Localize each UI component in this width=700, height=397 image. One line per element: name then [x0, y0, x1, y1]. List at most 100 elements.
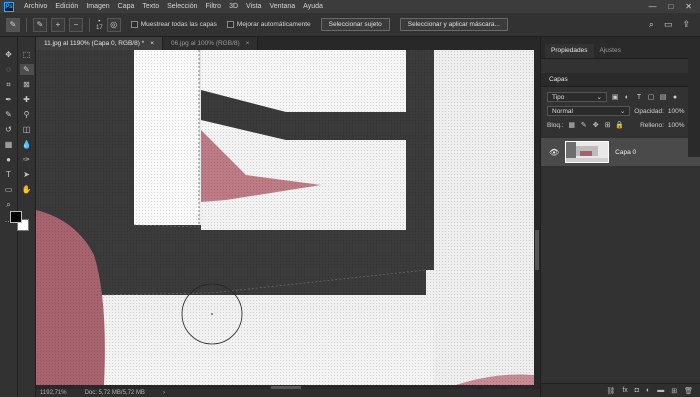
- eyedropper-tool-icon[interactable]: ✒: [2, 94, 16, 105]
- properties-tabs: Propiedades Ajustes: [541, 37, 700, 59]
- type-tool-icon[interactable]: T: [2, 169, 16, 180]
- fill-label: Relleno:: [640, 121, 664, 129]
- doc-tab-active[interactable]: 11.jpg al 1190% (Capa 0, RGB/8) * ×: [36, 37, 164, 50]
- clone-stamp-tool-icon[interactable]: ⚲: [20, 109, 34, 120]
- photoshop-logo[interactable]: Ps: [4, 1, 14, 12]
- opacity-label: Opacidad:: [634, 107, 664, 115]
- eye-icon[interactable]: 👁: [549, 148, 559, 157]
- new-group-icon[interactable]: ▬: [657, 387, 664, 394]
- checkbox-box[interactable]: [130, 21, 138, 28]
- close-tab-icon[interactable]: ×: [246, 37, 250, 50]
- lock-transparency-icon[interactable]: ▦: [568, 121, 576, 129]
- status-menu-icon[interactable]: ›: [163, 390, 165, 396]
- opacity-value[interactable]: 100%: [668, 108, 685, 115]
- window-controls: — □ ✕: [648, 2, 700, 11]
- menu-seleccion[interactable]: Selección: [163, 0, 201, 13]
- brush-size-picker[interactable]: • 17: [96, 19, 103, 31]
- new-layer-icon[interactable]: ⊞: [671, 387, 677, 395]
- delete-layer-icon[interactable]: 🗑: [684, 387, 693, 395]
- add-mask-icon[interactable]: ◘: [635, 387, 639, 394]
- brush-tool-icon[interactable]: ✎: [2, 109, 16, 120]
- tab-adjustments[interactable]: Ajustes: [594, 44, 627, 58]
- new-selection-icon[interactable]: ✎: [33, 17, 47, 32]
- path-selection-tool-icon[interactable]: ➤: [20, 169, 34, 180]
- foreground-color-swatch[interactable]: [10, 211, 22, 223]
- chevron-down-icon: ⌄: [619, 108, 626, 115]
- move-tool-icon[interactable]: ✥: [2, 49, 16, 60]
- history-brush-tool-icon[interactable]: ↺: [2, 124, 16, 135]
- doc-tab[interactable]: 06.jpg al 100% (RGB/8) ×: [163, 37, 259, 50]
- menu-vista[interactable]: Vista: [242, 0, 265, 13]
- document-tabs: 11.jpg al 1190% (Capa 0, RGB/8) * × 06.j…: [36, 37, 540, 50]
- auto-enhance-label: Mejorar automáticamente: [236, 21, 311, 28]
- eraser-tool-icon[interactable]: ◫: [20, 124, 34, 135]
- lock-all-icon[interactable]: 🔒: [615, 121, 624, 129]
- marquee-tool-icon[interactable]: ⬚: [20, 49, 34, 60]
- sample-all-layers-label: Muestrear todas las capas: [140, 21, 217, 28]
- maximize-icon[interactable]: □: [668, 2, 673, 11]
- lock-position-icon[interactable]: ✥: [592, 121, 600, 129]
- layer-row[interactable]: 👁 Capa 0: [541, 138, 700, 166]
- auto-enhance-checkbox[interactable]: Mejorar automáticamente: [226, 21, 311, 28]
- layer-name[interactable]: Capa 0: [615, 149, 636, 156]
- brush-size-value: 17: [96, 24, 103, 31]
- lasso-tool-icon[interactable]: ◌: [2, 64, 16, 75]
- sample-all-layers-checkbox[interactable]: Muestrear todas las capas: [130, 21, 217, 28]
- dodge-tool-icon[interactable]: ●: [2, 154, 16, 165]
- tab-properties[interactable]: Propiedades: [545, 44, 594, 58]
- rectangle-tool-icon[interactable]: ▭: [2, 184, 16, 195]
- zoom-tool-icon[interactable]: ⌕: [2, 199, 16, 210]
- workspace-icon[interactable]: ▭: [664, 19, 673, 30]
- scroll-thumb[interactable]: [535, 230, 539, 270]
- close-icon[interactable]: ✕: [685, 2, 692, 11]
- layer-style-icon[interactable]: fx: [622, 387, 627, 394]
- new-adjustment-icon[interactable]: ◐: [646, 387, 650, 394]
- blur-tool-icon[interactable]: 💧: [20, 139, 34, 150]
- share-icon[interactable]: ⇪: [682, 19, 690, 30]
- fill-value[interactable]: 100%: [668, 122, 685, 129]
- adjustment-filter-icon[interactable]: ◐: [623, 93, 631, 101]
- tab-layers[interactable]: Capas: [549, 76, 568, 83]
- document-canvas[interactable]: [36, 50, 534, 385]
- smart-object-filter-icon[interactable]: ▤: [659, 93, 667, 101]
- menu-imagen[interactable]: Imagen: [82, 0, 113, 13]
- menu-archivo[interactable]: Archivo: [20, 0, 51, 13]
- menu-ayuda[interactable]: Ayuda: [299, 0, 327, 13]
- menu-capa[interactable]: Capa: [114, 0, 139, 13]
- quick-selection-tool-icon[interactable]: ✎: [19, 64, 34, 75]
- crop-tool-icon[interactable]: ⌗: [2, 79, 16, 90]
- subtract-from-selection-icon[interactable]: −: [69, 17, 83, 32]
- minimize-icon[interactable]: —: [648, 2, 656, 11]
- healing-brush-tool-icon[interactable]: ✚: [20, 94, 34, 105]
- link-layers-icon[interactable]: ⛓: [606, 387, 615, 395]
- checkbox-box[interactable]: [226, 21, 234, 28]
- lock-artboard-icon[interactable]: ⊞: [604, 121, 612, 129]
- menu-filtro[interactable]: Filtro: [202, 0, 226, 13]
- close-tab-icon[interactable]: ×: [150, 37, 154, 50]
- doc-size: Doc: 5,72 MB/5,72 MB: [84, 390, 145, 396]
- blend-mode-dropdown[interactable]: Normal ⌄: [547, 106, 631, 116]
- options-bar: ✎ ✎ + − • 17 ◎ Muestrear todas las capas…: [0, 13, 700, 37]
- gradient-tool-icon[interactable]: ▦: [2, 139, 16, 150]
- zoom-level[interactable]: 1192,71%: [40, 390, 67, 396]
- menu-ventana[interactable]: Ventana: [265, 0, 299, 13]
- quick-selection-tool-preset-icon[interactable]: ✎: [6, 17, 20, 32]
- select-and-mask-button[interactable]: Seleccionar y aplicar máscara...: [399, 18, 508, 31]
- lock-pixels-icon[interactable]: ✎: [580, 121, 588, 129]
- options-right-icons: ⌕ ▭ ⇪: [649, 19, 700, 30]
- add-to-selection-icon[interactable]: +: [51, 17, 65, 32]
- pixel-filter-icon[interactable]: ▣: [611, 93, 619, 101]
- menu-3d[interactable]: 3D: [225, 0, 242, 13]
- frame-tool-icon[interactable]: ⊠: [20, 79, 34, 90]
- search-icon[interactable]: ⌕: [649, 19, 654, 30]
- select-subject-button[interactable]: Seleccionar sujeto: [320, 18, 390, 31]
- pen-tool-icon[interactable]: ✑: [20, 154, 34, 165]
- filter-toggle-icon[interactable]: ●: [671, 93, 679, 101]
- shape-filter-icon[interactable]: ▢: [647, 93, 655, 101]
- brush-angle-icon[interactable]: ◎: [106, 17, 121, 32]
- hand-tool-icon[interactable]: ✋: [20, 184, 34, 195]
- menu-edicion[interactable]: Edición: [51, 0, 82, 13]
- layer-filter-dropdown[interactable]: Tipo ⌄: [547, 92, 607, 102]
- menu-texto[interactable]: Texto: [138, 0, 163, 13]
- type-filter-icon[interactable]: T: [635, 93, 643, 101]
